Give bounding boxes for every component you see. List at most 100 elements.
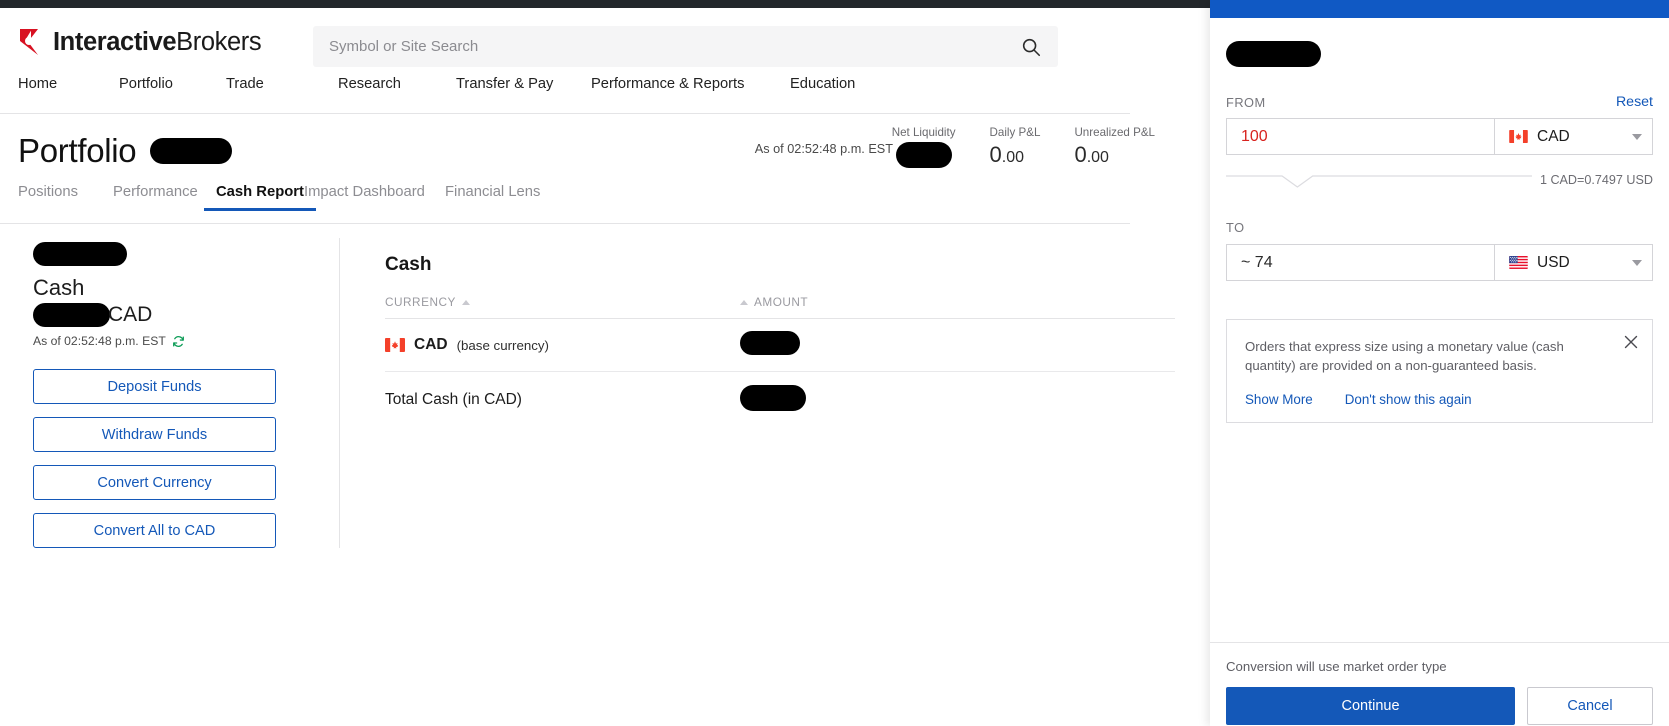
logo-word-brokers: Brokers [176,27,262,56]
nav-item-research[interactable]: Research [338,76,456,92]
to-currency-select[interactable]: USD [1494,245,1652,280]
cell-currency-note: (base currency) [456,337,549,353]
convert-currency-panel: FROM Reset 100 CAD 1 CAD=0.7497 USD TO ~… [1210,0,1669,726]
panel-header-bar [1210,0,1669,18]
cell-amount [740,330,1175,360]
metric-unrealized-pnl-int: 0 [1074,142,1087,167]
from-currency-select[interactable]: CAD [1494,119,1652,154]
from-currency-code: CAD [1537,127,1570,145]
sidebar-as-of: As of 02:52:48 p.m. EST [33,334,310,348]
ib-logo[interactable]: InteractiveBrokers [18,27,262,57]
portfolio-tabs: Positions Performance Cash Report Impact… [0,184,1210,224]
chevron-down-icon[interactable] [1632,133,1642,140]
dont-show-again-link[interactable]: Don't show this again [1345,392,1472,407]
page-title-row: Portfolio As of 02:52:48 p.m. EST Net Li… [0,118,1210,184]
metric-daily-pnl-dec: .00 [1001,149,1025,166]
rate-separator-line [1226,170,1532,190]
metric-net-liquidity: Net Liquidity [892,126,956,168]
nav-item-home[interactable]: Home [18,76,119,92]
page-body: Cash CAD As of 02:52:48 p.m. EST Deposit [0,224,1210,549]
panel-footer: Conversion will use market order type Co… [1210,642,1669,726]
to-amount-input[interactable]: ~ 74 [1227,245,1494,280]
table-row: CAD (base currency) [385,319,1175,372]
main-app-area: InteractiveBrokers Symbol or Site Search… [0,8,1210,726]
table-row-total: Total Cash (in CAD) [385,372,1175,428]
sort-asc-icon[interactable] [740,299,748,305]
metric-daily-pnl-value: 0.00 [990,142,1041,168]
tab-impact-dashboard[interactable]: Impact Dashboard [304,184,445,211]
flag-canada-icon [1509,130,1528,143]
chevron-down-icon[interactable] [1632,259,1642,266]
ib-logo-text: InteractiveBrokers [53,27,262,57]
page-as-of: As of 02:52:48 p.m. EST [755,142,912,156]
page-title: Portfolio [18,132,137,169]
notice-text: Orders that express size using a monetar… [1245,339,1564,374]
notice-links: Show More Don't show this again [1245,392,1634,407]
convert-currency-button[interactable]: Convert Currency [33,465,276,501]
sidebar-balance-row: CAD [33,303,310,328]
column-header-currency-label: CURRENCY [385,295,456,309]
cell-currency-code: CAD [414,336,448,353]
cell-currency: CAD (base currency) [385,336,740,354]
redacted-net-liquidity-value [895,142,952,168]
search-bar[interactable]: Symbol or Site Search [313,26,1058,67]
metric-unrealized-pnl: Unrealized P&L 0.00 [1074,126,1155,168]
sort-asc-icon[interactable] [461,299,470,305]
top-dark-strip [0,0,1210,8]
footer-order-type-note: Conversion will use market order type [1226,659,1447,674]
close-icon[interactable] [1623,334,1639,350]
redacted-account-name [150,138,233,164]
search-icon[interactable] [1020,36,1042,58]
logo-word-interactive: Interactive [53,27,177,56]
flag-usa-icon [1509,256,1528,269]
cash-report-content: Cash CURRENCY AMOUNT CAD (base currency)… [340,224,1210,548]
refresh-icon[interactable] [172,335,185,348]
metric-net-liquidity-label: Net Liquidity [891,126,956,139]
from-label: FROM [1226,94,1266,110]
from-amount-input[interactable]: 100 [1227,119,1494,154]
reset-link[interactable]: Reset [1616,94,1653,110]
page-as-of-text: As of 02:52:48 p.m. EST [754,142,893,156]
to-label: TO [1226,220,1245,235]
continue-button[interactable]: Continue [1226,687,1515,725]
show-more-link[interactable]: Show More [1245,392,1313,407]
redacted-panel-title [1226,41,1321,67]
metric-unrealized-pnl-label: Unrealized P&L [1074,126,1155,139]
cell-total-label: Total Cash (in CAD) [385,391,522,408]
cash-table-header: CURRENCY AMOUNT [385,295,1175,319]
from-label-row: FROM Reset [1226,94,1653,110]
nav-item-trade[interactable]: Trade [226,76,338,92]
cash-table-heading: Cash [385,254,432,275]
portfolio-metrics: Net Liquidity Daily P&L 0.00 Unrealized … [892,126,1155,168]
tab-financial-lens[interactable]: Financial Lens [445,184,565,211]
column-header-amount[interactable]: AMOUNT [740,295,1175,309]
sidebar-action-buttons: Deposit Funds Withdraw Funds Convert Cur… [33,369,310,549]
sidebar-currency: CAD [108,303,153,327]
exchange-rate-text: 1 CAD=0.7497 USD [1539,173,1653,187]
redacted-sidebar-balance [33,303,110,328]
column-header-currency[interactable]: CURRENCY [385,295,740,309]
sidebar-as-of-text: As of 02:52:48 p.m. EST [33,334,166,349]
metric-unrealized-pnl-value: 0.00 [1074,142,1155,168]
withdraw-funds-button[interactable]: Withdraw Funds [33,417,276,453]
nav-item-portfolio[interactable]: Portfolio [119,76,226,92]
tab-performance[interactable]: Performance [113,184,216,211]
nav-item-education[interactable]: Education [790,76,910,92]
redacted-total-cash-amount [740,384,806,411]
to-input-group: ~ 74 USD [1226,244,1653,281]
cancel-button[interactable]: Cancel [1527,687,1653,725]
redacted-sidebar-account [33,242,127,266]
nav-item-performance-and-reports[interactable]: Performance & Reports [591,76,790,92]
nav-item-transfer-and-pay[interactable]: Transfer & Pay [456,76,591,92]
cell-total-amount [740,384,1175,416]
convert-all-to-cad-button[interactable]: Convert All to CAD [33,513,276,549]
search-input[interactable]: Symbol or Site Search [329,38,1020,55]
tab-cash-report[interactable]: Cash Report [204,184,316,211]
column-header-amount-label: AMOUNT [754,295,809,309]
ib-logo-mark-icon [20,29,38,55]
footer-buttons: Continue Cancel [1226,687,1653,725]
deposit-funds-button[interactable]: Deposit Funds [33,369,276,405]
tab-positions[interactable]: Positions [18,184,113,211]
cash-quantity-notice: Orders that express size using a monetar… [1226,319,1653,424]
cash-table: CURRENCY AMOUNT CAD (base currency) Tota… [385,295,1175,428]
